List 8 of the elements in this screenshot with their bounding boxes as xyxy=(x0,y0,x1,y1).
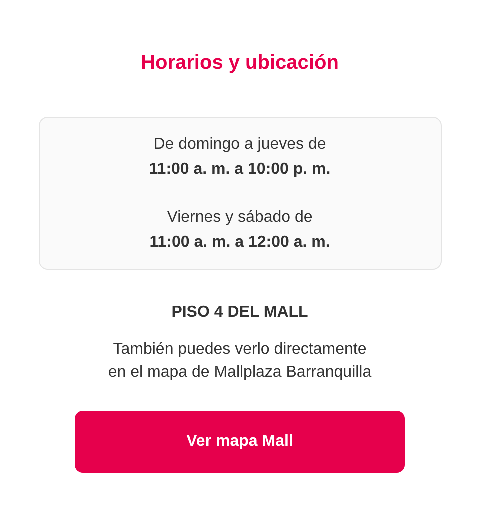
floor-heading: PISO 4 DEL MALL xyxy=(172,303,308,323)
location-description: También puedes verlo directamente en el mapa de Mallplaza Barranquilla xyxy=(108,340,372,383)
schedule-days: Viernes y sábado de xyxy=(167,205,313,230)
section-title: Horarios y ubicación xyxy=(141,51,339,76)
schedule-hours: 11:00 a. m. a 12:00 a. m. xyxy=(150,233,330,253)
schedule-days: De domingo a jueves de xyxy=(154,132,326,157)
schedule-hours: 11:00 a. m. a 10:00 p. m. xyxy=(149,160,331,180)
view-map-button[interactable]: Ver mapa Mall xyxy=(75,411,405,473)
